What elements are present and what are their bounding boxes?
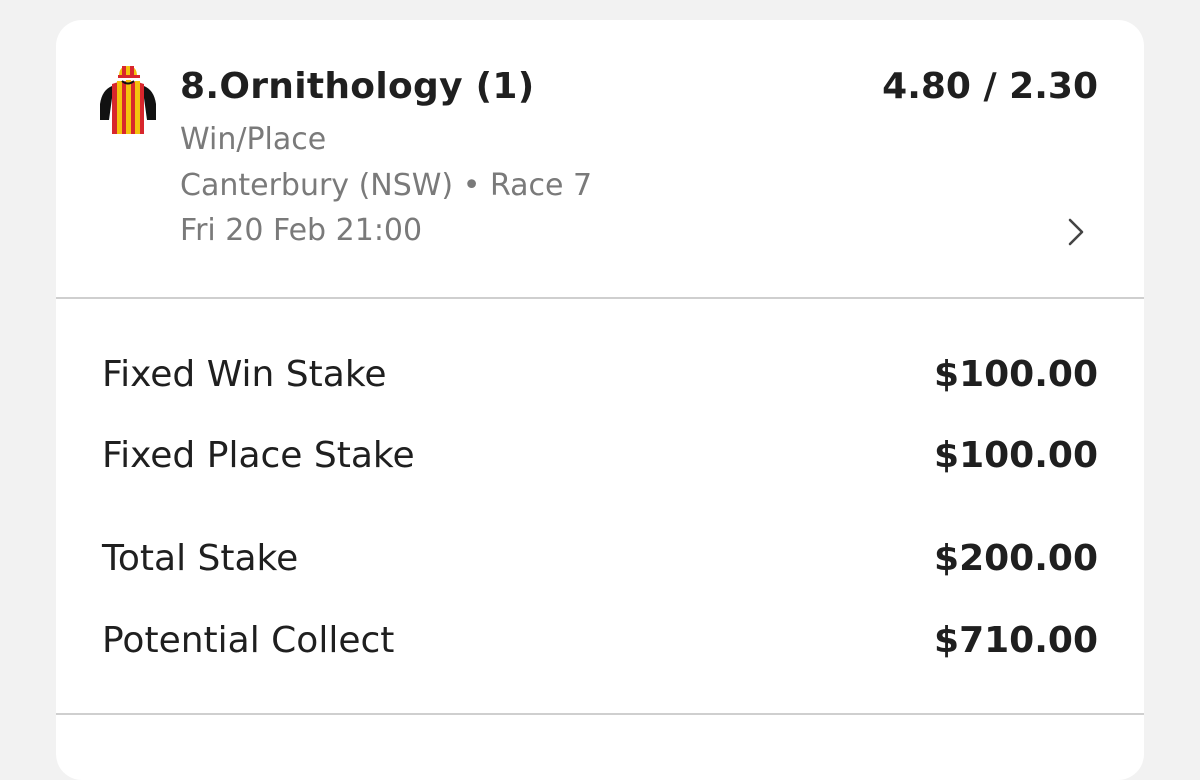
stake-value: $100.00: [934, 435, 1098, 476]
chevron-right-icon[interactable]: [1066, 216, 1086, 248]
stake-label: Fixed Win Stake: [102, 354, 387, 395]
stake-label: Fixed Place Stake: [102, 435, 415, 476]
bet-type: Win/Place: [180, 122, 327, 157]
race-meeting-info: Canterbury (NSW) • Race 7: [180, 168, 592, 203]
separator-dot: •: [462, 168, 481, 203]
section-divider: [56, 713, 1144, 715]
bet-selection-header[interactable]: 8.Ornithology (1) 4.80 / 2.30 Win/Place …: [56, 20, 1144, 298]
potential-collect-row: Potential Collect $710.00: [102, 620, 1098, 666]
stake-row-fixed-place: Fixed Place Stake $100.00: [102, 435, 1098, 481]
section-divider: [56, 297, 1144, 299]
stake-value: $100.00: [934, 354, 1098, 395]
stake-row-fixed-win: Fixed Win Stake $100.00: [102, 354, 1098, 400]
total-stake-label: Total Stake: [102, 538, 299, 579]
runner-name: 8.Ornithology (1): [180, 66, 535, 107]
odds-value: 4.80 / 2.30: [882, 66, 1098, 107]
total-stake-value: $200.00: [934, 538, 1098, 579]
total-stake-row: Total Stake $200.00: [102, 538, 1098, 584]
potential-collect-label: Potential Collect: [102, 620, 395, 661]
venue-name: Canterbury (NSW): [180, 168, 454, 203]
bet-card: 8.Ornithology (1) 4.80 / 2.30 Win/Place …: [56, 20, 1144, 780]
race-datetime: Fri 20 Feb 21:00: [180, 213, 423, 248]
race-number: Race 7: [489, 168, 593, 203]
jockey-silks-icon: [100, 66, 156, 134]
potential-collect-value: $710.00: [934, 620, 1098, 661]
